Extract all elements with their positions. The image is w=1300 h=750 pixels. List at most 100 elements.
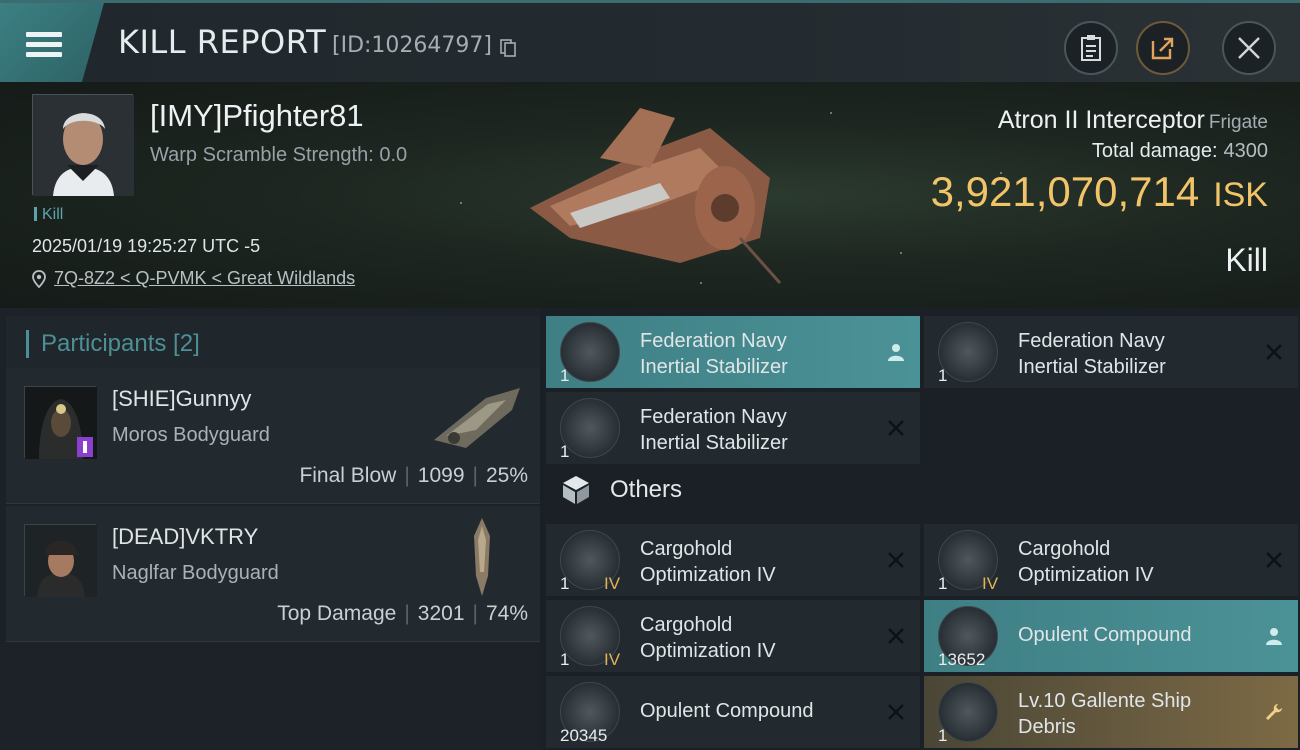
others-heading-text: Others [610,476,683,503]
victim-banner: [IMY]Pfighter81 Warp Scramble Strength: … [0,82,1300,308]
item-level: IV [982,574,999,593]
copy-icon[interactable] [500,39,516,57]
item-name-line1: Opulent Compound [640,700,814,722]
participant-ship: Moros Bodyguard [112,424,270,446]
item-quantity: 1 [560,366,570,385]
item-name-line1: Federation Navy [1018,330,1165,352]
share-button[interactable] [1136,21,1190,75]
item-quantity: 1 [560,650,570,669]
clipboard-icon [1081,35,1101,61]
item-name-line1: Opulent Compound [1018,624,1192,646]
item-card[interactable]: 1 Federation Navy Inertial Stabilizer [546,392,920,464]
item-quantity: 20345 [560,726,608,745]
victim-name[interactable]: [IMY]Pfighter81 [150,98,364,134]
item-name-line2: Inertial Stabilizer [640,356,788,378]
items-panel: 1 Federation Navy Inertial Stabilizer 1 … [540,308,1300,750]
isk-value: 3,921,070,714 ISK [931,168,1268,216]
participant-avatar [24,386,97,459]
participant-damage: 1099 [417,464,465,487]
warp-scramble: Warp Scramble Strength: 0.0 [150,144,408,166]
item-card[interactable]: 13652 Opulent Compound [924,600,1298,672]
item-card[interactable]: 1 Lv.10 Gallente Ship Debris [924,676,1298,748]
item-card[interactable]: 20345 Opulent Compound [546,676,920,748]
wrench-icon [1266,704,1282,720]
victim-ship-image[interactable] [510,88,790,288]
item-card[interactable]: 1 Federation Navy Inertial Stabilizer [546,316,920,388]
item-name-line2: Optimization IV [1018,564,1154,586]
item-card[interactable]: 1 IV Cargohold Optimization IV [546,524,920,596]
item-label: Opulent Compound [640,698,813,724]
location-text: 7Q-8Z2 < Q-PVMK < Great Wildlands [54,268,356,288]
item-quantity: 1 [560,574,570,593]
item-name-line1: Federation Navy [640,330,787,352]
item-quantity: 13652 [938,650,986,669]
cube-icon [563,476,589,504]
menu-button[interactable] [0,3,104,85]
item-level: IV [604,574,621,593]
total-damage-value: 4300 [1223,140,1269,162]
total-damage-label: Total damage: [1091,140,1218,162]
item-name-line2: Inertial Stabilizer [1018,356,1166,378]
item-name-line1: Cargohold [1018,538,1111,560]
location-link[interactable]: 7Q-8Z2 < Q-PVMK < Great Wildlands [32,268,355,289]
item-name-line1: Lv.10 Gallente Ship [1018,690,1192,712]
naglfar-ship-image [474,518,490,596]
participant-name: [SHIE]Gunnyy [112,386,252,411]
participant-ship: Naglfar Bodyguard [112,562,279,584]
destroyed-x-icon [1266,344,1282,360]
participant-avatar [24,524,97,597]
pilot-portrait-icon [33,95,134,196]
item-label: Federation Navy Inertial Stabilizer [1018,328,1166,380]
destroyed-x-icon [888,628,904,644]
item-name-line2: Debris [1018,716,1076,738]
participant-damage: 3201 [417,602,465,625]
item-quantity: 1 [938,574,948,593]
participant-stats: Top Damage | 3201 | 74% [277,602,528,625]
item-name-line1: Federation Navy [640,406,787,428]
item-label: Cargohold Optimization IV [640,536,776,588]
clipboard-button[interactable] [1064,21,1118,75]
item-name-line2: Optimization IV [640,564,776,586]
outcome-label: Kill [1225,242,1268,278]
destroyed-x-icon [888,704,904,720]
participant-name: [DEAD]VKTRY [112,524,259,549]
item-name-line1: Cargohold [640,614,733,636]
item-label: Federation Navy Inertial Stabilizer [640,328,788,380]
close-button[interactable] [1222,21,1276,75]
item-quantity: 1 [938,366,948,385]
item-name-line1: Cargohold [640,538,733,560]
kill-tag: Kill [34,206,63,224]
item-name-line2: Inertial Stabilizer [640,432,788,454]
item-label: Cargohold Optimization IV [1018,536,1154,588]
isk-amount: 3,921,070,714 [930,168,1200,215]
top-bar: KILL REPORT [ID:10264797] [0,0,1300,85]
hamburger-icon [26,27,62,62]
hooded-pilot-icon [25,387,97,459]
destroyed-x-icon [888,552,904,568]
item-name-line2: Optimization IV [640,640,776,662]
kill-datetime: 2025/01/19 19:25:27 UTC -5 [32,236,261,256]
ship-name: Atron II Interceptor [997,106,1205,134]
item-card[interactable]: 1 IV Cargohold Optimization IV [924,524,1298,596]
location-pin-icon [32,269,46,288]
item-card[interactable]: 1 Federation Navy Inertial Stabilizer [924,316,1298,388]
share-icon [1151,37,1174,60]
item-card[interactable]: 1 IV Cargohold Optimization IV [546,600,920,672]
item-label: Opulent Compound [1018,622,1191,648]
participant-row[interactable]: [DEAD]VKTRY Naglfar Bodyguard Top Damage… [6,506,540,642]
item-quantity: 1 [560,442,570,461]
destroyed-x-icon [1266,552,1282,568]
participants-panel: Participants [2] [SHIE]Gunnyy Moros Body… [0,308,540,750]
victim-avatar[interactable] [32,94,134,196]
ship-class: Frigate [1208,112,1268,133]
capped-pilot-icon [25,525,97,597]
item-label: Lv.10 Gallente Ship Debris [1018,688,1191,740]
item-label: Federation Navy Inertial Stabilizer [640,404,788,456]
isk-unit: ISK [1213,176,1268,214]
item-quantity: 1 [938,726,948,745]
others-heading: Others [560,474,682,506]
item-label: Cargohold Optimization IV [640,612,776,664]
participant-role: Final Blow [299,464,397,487]
participant-role: Top Damage [277,602,397,625]
participant-row[interactable]: [SHIE]Gunnyy Moros Bodyguard Final Blow |… [6,368,540,504]
